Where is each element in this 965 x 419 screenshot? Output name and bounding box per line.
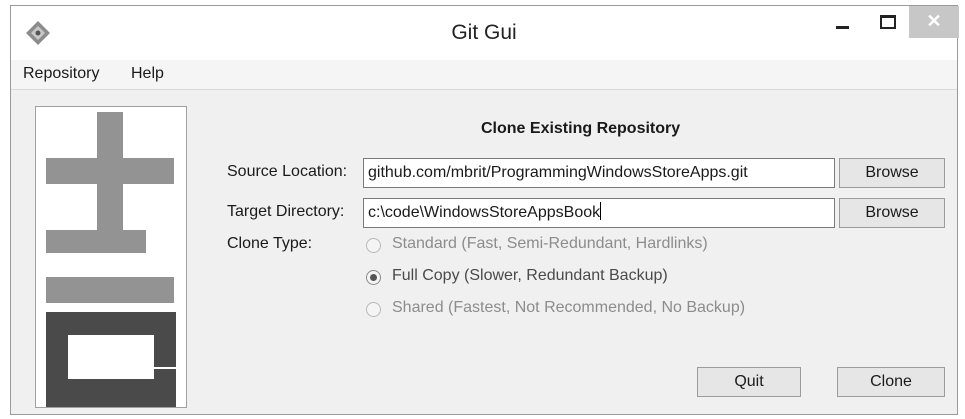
dialog-heading: Clone Existing Repository (481, 120, 681, 137)
menu-bar: Repository Help (11, 60, 957, 90)
git-logo-image (46, 112, 176, 407)
target-browse-button[interactable]: Browse (839, 198, 945, 228)
logo-letter-i (46, 230, 146, 253)
target-directory-input[interactable]: c:\code\WindowsStoreAppsBook (363, 198, 835, 228)
clone-button[interactable]: Clone (837, 367, 945, 397)
logo-plus-horizontal (46, 158, 174, 184)
title-bar[interactable]: Git Gui ✕ (11, 6, 959, 60)
menu-help[interactable]: Help (131, 65, 164, 83)
minimize-icon (835, 26, 849, 29)
window-title: Git Gui (451, 21, 517, 44)
radio-standard-label: Standard (Fast, Semi-Redundant, Hardlink… (392, 235, 708, 252)
git-logo-panel (35, 106, 187, 408)
radio-shared-indicator (366, 302, 381, 317)
radio-full-copy-label: Full Copy (Slower, Redundant Backup) (392, 267, 668, 284)
target-directory-value: c:\code\WindowsStoreAppsBook (368, 204, 601, 221)
git-gui-window: Git Gui ✕ Repository Help Clone Existing… (10, 5, 959, 415)
radio-standard-indicator (366, 238, 381, 253)
radio-shared-label: Shared (Fastest, Not Recommended, No Bac… (392, 299, 746, 316)
clone-type-label: Clone Type: (227, 235, 313, 252)
text-cursor (600, 202, 602, 220)
source-location-label: Source Location: (227, 163, 348, 180)
target-directory-label: Target Directory: (227, 203, 345, 220)
logo-letter-g (46, 312, 176, 407)
radio-full-copy-indicator (366, 270, 381, 285)
menu-repository[interactable]: Repository (23, 65, 99, 83)
logo-letter-t-bar (46, 277, 174, 303)
source-location-input[interactable]: github.com/mbrit/ProgrammingWindowsStore… (363, 158, 835, 188)
source-browse-button[interactable]: Browse (839, 158, 945, 188)
quit-button[interactable]: Quit (697, 367, 801, 397)
minimize-button[interactable] (819, 6, 865, 38)
close-icon: ✕ (926, 11, 942, 31)
close-button[interactable]: ✕ (909, 6, 959, 38)
maximize-icon (880, 15, 896, 29)
maximize-button[interactable] (865, 6, 911, 38)
